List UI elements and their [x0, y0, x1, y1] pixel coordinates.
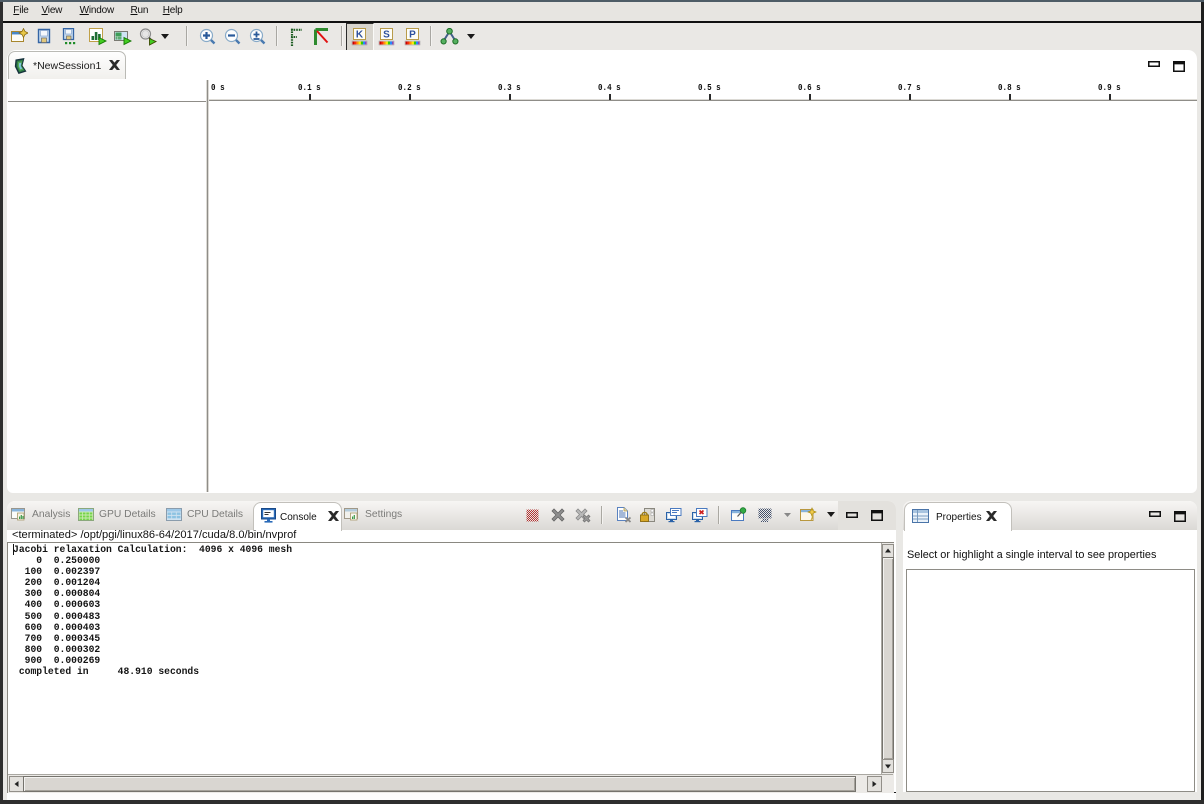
svg-text:S: S — [383, 30, 390, 41]
svg-text:P: P — [409, 30, 416, 41]
svg-text:K: K — [356, 30, 364, 41]
